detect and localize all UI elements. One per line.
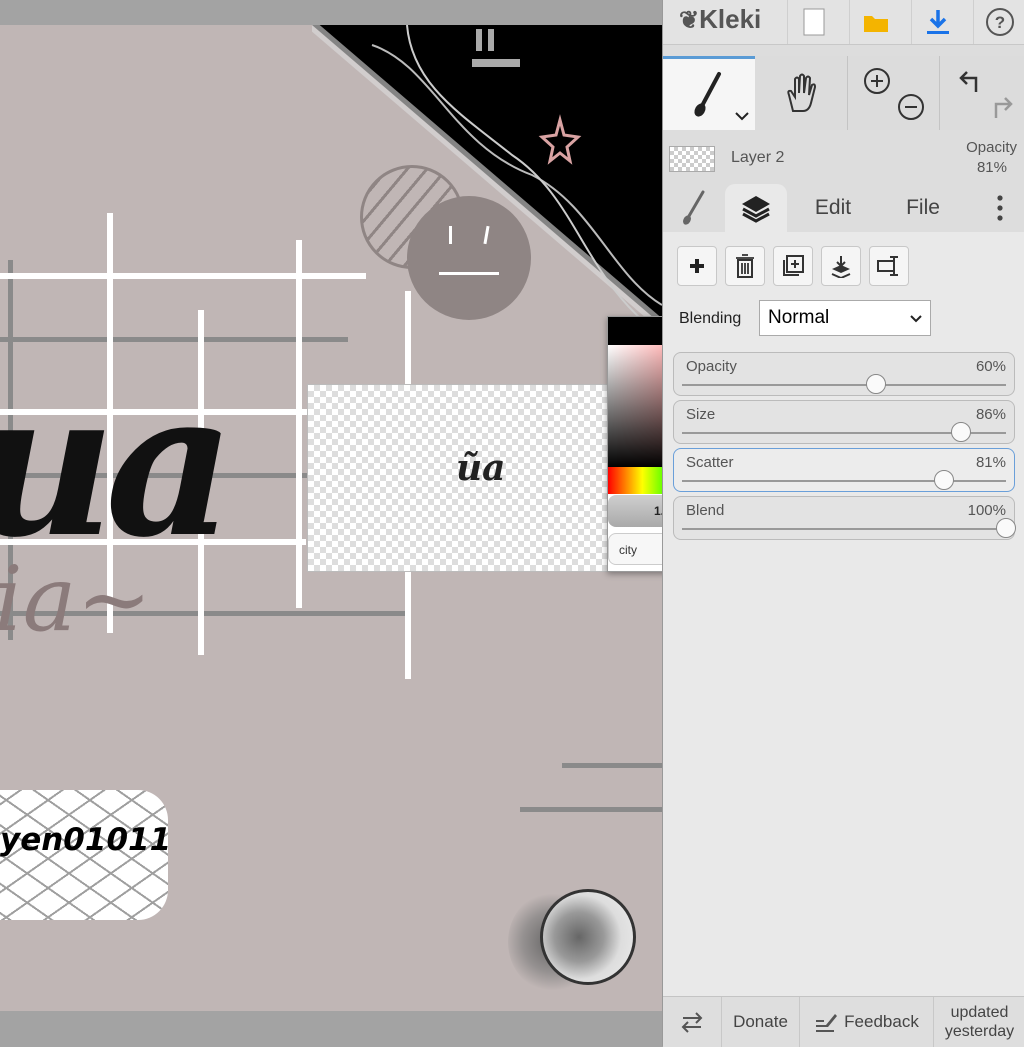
slider-knob[interactable]	[866, 374, 887, 394]
app-logo[interactable]: ❦Kleki	[679, 4, 761, 35]
layer-thumbnail	[669, 146, 715, 172]
brush-icon	[694, 71, 721, 117]
picker-opacity-slider[interactable]: city 100	[608, 533, 662, 565]
feedback-button[interactable]: Feedback	[799, 997, 933, 1047]
tab-brush[interactable]	[663, 184, 725, 232]
script-lettering: ua	[0, 347, 235, 582]
swap-side-button[interactable]	[663, 997, 721, 1047]
grey-dash	[520, 807, 662, 812]
hand-tool-button[interactable]	[755, 56, 847, 130]
picker-size-value: 1.6	[654, 504, 662, 518]
blend-mode-select[interactable]: Normal	[759, 300, 931, 336]
swap-arrows-icon	[681, 1012, 703, 1033]
grey-dash	[562, 763, 662, 768]
color-preview-swatch	[608, 317, 662, 345]
canvas-area[interactable]: ua ia~ yen010110 ũa 1.6	[0, 0, 662, 1046]
slider-knob[interactable]	[950, 422, 971, 442]
download-icon	[927, 10, 949, 34]
trash-icon	[736, 254, 754, 278]
brush-icon	[683, 190, 705, 225]
black-corner-art	[312, 25, 662, 325]
feedback-icon	[816, 1014, 838, 1032]
script-lettering-small: ia~	[0, 547, 152, 652]
hue-slider[interactable]	[608, 467, 662, 494]
chevron-down-icon	[735, 112, 749, 121]
top-bar: ❦Kleki ?	[663, 0, 1024, 45]
layer-opacity-value: 81%	[976, 159, 1007, 176]
add-layer-button[interactable]	[677, 246, 717, 286]
tab-edit[interactable]: Edit	[801, 184, 865, 232]
layers-tab-body: Blending Normal Opacity 60% Size 86% Sca…	[663, 232, 1024, 996]
slider-2[interactable]: Scatter 81%	[673, 448, 1015, 492]
zoom-in-icon[interactable]	[862, 66, 892, 96]
help-button[interactable]: ?	[973, 0, 1024, 44]
tab-file[interactable]: File	[891, 184, 955, 232]
canvas-bottom-strip	[0, 1011, 662, 1046]
donate-button[interactable]: Donate	[721, 997, 799, 1047]
rename-icon	[877, 256, 898, 276]
layer-name: Layer 2	[731, 149, 785, 166]
side-panel: ❦Kleki ? Layer 2 Opacity 81% Edit File B…	[662, 0, 1024, 1047]
plus-icon	[690, 259, 704, 273]
merge-down-icon	[831, 256, 851, 278]
zoom-buttons	[847, 56, 940, 130]
tab-layers[interactable]	[725, 184, 787, 232]
redo-icon[interactable]	[988, 92, 1018, 122]
chevron-down-icon	[910, 315, 922, 323]
slider-knob[interactable]	[996, 518, 1016, 538]
layer-row[interactable]: Layer 2 Opacity 81%	[663, 133, 1024, 183]
color-picker-popup[interactable]: 1.6 city 100	[607, 316, 662, 572]
panel-tabs: Edit File	[663, 184, 1024, 232]
slider-knob[interactable]	[934, 470, 955, 490]
blending-label: Blending	[679, 310, 742, 327]
slider-1[interactable]: Size 86%	[673, 400, 1015, 444]
more-options-button[interactable]	[983, 184, 1017, 232]
logo-icon: ❦	[679, 7, 700, 34]
new-document-icon	[803, 8, 825, 36]
picker-opacity-label: city	[619, 543, 637, 557]
updated-link[interactable]: updated yesterday	[933, 997, 1024, 1047]
tool-row	[663, 56, 1024, 130]
white-line	[296, 240, 302, 608]
new-document-button[interactable]	[787, 0, 840, 44]
hand-icon	[787, 73, 817, 112]
grid-sticker: yen010110	[0, 790, 168, 920]
picker-size-slider[interactable]: 1.6	[608, 495, 662, 527]
layers-icon	[742, 196, 770, 223]
brush-tool-button[interactable]	[663, 56, 755, 130]
svg-text:?: ?	[995, 13, 1005, 32]
open-button[interactable]	[849, 0, 902, 44]
merge-down-button[interactable]	[821, 246, 861, 286]
zoom-out-icon[interactable]	[896, 92, 926, 122]
duplicate-icon	[783, 255, 804, 276]
layer-opacity-label: Opacity	[966, 139, 1017, 156]
slider-3[interactable]: Blend 100%	[673, 496, 1016, 540]
open-folder-icon	[864, 16, 888, 32]
sticker-text: yen010110	[0, 822, 168, 858]
more-vertical-icon	[997, 195, 1003, 221]
shaded-circle	[540, 889, 636, 985]
preview-text: ũa	[456, 447, 506, 489]
delete-layer-button[interactable]	[725, 246, 765, 286]
download-button[interactable]	[911, 0, 964, 44]
saturation-value-area[interactable]	[608, 345, 662, 467]
layer-preview-popup: ũa	[308, 385, 650, 571]
undo-icon[interactable]	[954, 66, 984, 96]
help-icon: ?	[986, 8, 1014, 36]
history-buttons	[939, 56, 1024, 130]
slider-0[interactable]: Opacity 60%	[673, 352, 1015, 396]
duplicate-layer-button[interactable]	[773, 246, 813, 286]
rename-layer-button[interactable]	[869, 246, 909, 286]
footer-bar: Donate Feedback updated yesterday	[663, 996, 1024, 1047]
